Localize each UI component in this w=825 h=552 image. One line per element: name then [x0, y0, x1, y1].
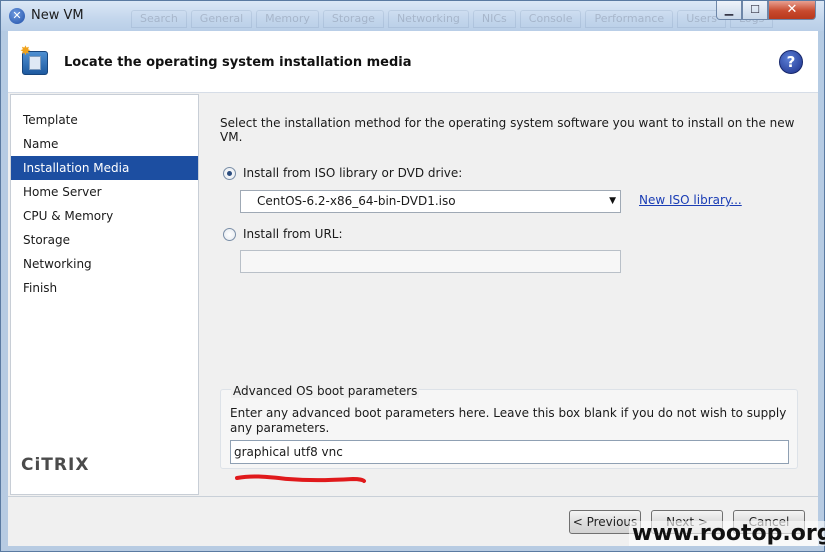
- help-icon[interactable]: ?: [779, 50, 803, 74]
- close-button[interactable]: ✕: [768, 1, 816, 20]
- ghost-tab: General: [190, 10, 253, 28]
- red-underline-annotation: [235, 474, 366, 483]
- url-radio[interactable]: [223, 227, 236, 241]
- advanced-boot-parameters-group: Advanced OS boot parameters Enter any ad…: [220, 384, 798, 469]
- sidebar-item-template[interactable]: Template: [11, 108, 198, 132]
- wizard-header: ✸ Locate the operating system installati…: [8, 31, 818, 93]
- iso-radio[interactable]: [223, 166, 236, 180]
- iso-option-row[interactable]: Install from ISO library or DVD drive:: [223, 166, 462, 180]
- advanced-legend: Advanced OS boot parameters: [231, 384, 420, 398]
- app-icon: ✕: [9, 8, 25, 24]
- ghost-tab: Search: [131, 10, 187, 28]
- sidebar-item-storage[interactable]: Storage: [11, 228, 198, 252]
- sidebar-item-networking[interactable]: Networking: [11, 252, 198, 276]
- wizard-body: Template Name Installation Media Home Se…: [8, 93, 818, 496]
- ghost-tab: Performance: [585, 10, 674, 28]
- instructions-text: Select the installation method for the o…: [220, 116, 795, 144]
- watermark-text: www.rootop.org: [629, 521, 825, 546]
- citrix-logo: CiTRIX: [21, 455, 90, 475]
- url-field[interactable]: [240, 250, 621, 273]
- sidebar-item-finish[interactable]: Finish: [11, 276, 198, 300]
- url-option-row[interactable]: Install from URL:: [223, 227, 343, 241]
- vm-install-icon: ✸: [20, 45, 50, 77]
- ghost-tab: Console: [519, 10, 582, 28]
- page-title: Locate the operating system installation…: [64, 55, 412, 70]
- ghost-tab: Memory: [256, 10, 319, 28]
- installation-media-panel: Select the installation method for the o…: [220, 93, 816, 496]
- iso-option-label[interactable]: Install from ISO library or DVD drive:: [243, 166, 462, 180]
- new-vm-window: ✕ New VM Search General Memory Storage N…: [0, 0, 825, 552]
- background-tabs: Search General Memory Storage Networking…: [131, 10, 774, 28]
- iso-selected-value: CentOS-6.2-x86_64-bin-DVD1.iso: [257, 194, 456, 208]
- title-bar: ✕ New VM Search General Memory Storage N…: [1, 1, 824, 31]
- sidebar-item-cpu-memory[interactable]: CPU & Memory: [11, 204, 198, 228]
- boot-parameters-input[interactable]: graphical utf8 vnc: [230, 440, 789, 464]
- window-title: New VM: [31, 8, 84, 23]
- chevron-down-icon[interactable]: ▼: [609, 191, 616, 212]
- wizard-steps-sidebar: Template Name Installation Media Home Se…: [10, 94, 199, 495]
- sidebar-item-installation-media[interactable]: Installation Media: [11, 156, 198, 180]
- sidebar-item-home-server[interactable]: Home Server: [11, 180, 198, 204]
- url-option-label[interactable]: Install from URL:: [243, 227, 343, 241]
- minimize-button[interactable]: ▁: [716, 1, 742, 20]
- ghost-tab: Networking: [387, 10, 469, 28]
- ghost-tab: NICs: [472, 10, 516, 28]
- iso-dropdown[interactable]: CentOS-6.2-x86_64-bin-DVD1.iso ▼: [240, 190, 621, 213]
- advanced-description: Enter any advanced boot parameters here.…: [230, 406, 787, 435]
- maximize-button[interactable]: ☐: [742, 1, 768, 20]
- ghost-tab: Storage: [322, 10, 384, 28]
- sidebar-item-name[interactable]: Name: [11, 132, 198, 156]
- new-iso-library-link[interactable]: New ISO library...: [639, 193, 742, 207]
